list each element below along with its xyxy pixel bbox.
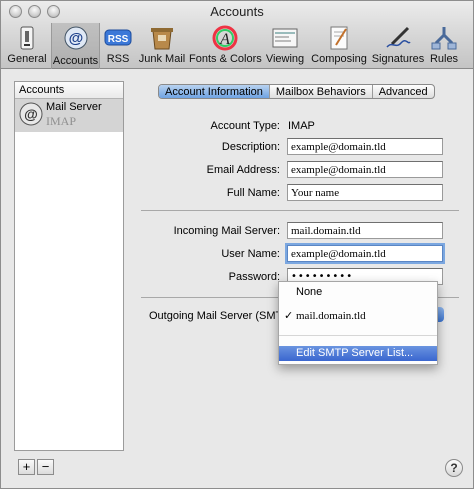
smtp-server-menu: None ✓ mail.domain.tld Edit SMTP Server … — [278, 281, 438, 365]
account-row[interactable]: @ Mail Server IMAP — [15, 99, 123, 132]
fonts-colors-icon: A — [211, 25, 239, 51]
toolbar-label: Composing — [311, 53, 367, 65]
description-field[interactable]: example@domain.tld — [287, 138, 443, 155]
rss-icon: RSS — [104, 25, 132, 51]
toolbar-label: Rules — [429, 53, 459, 65]
toolbar-signatures[interactable]: Signatures — [370, 25, 426, 67]
toolbar-label: Junk Mail — [138, 53, 186, 65]
edit-smtp-server-list-item[interactable]: Edit SMTP Server List... — [279, 346, 437, 361]
section-divider — [141, 210, 459, 211]
add-account-button[interactable]: + — [18, 459, 35, 475]
svg-text:@: @ — [68, 30, 83, 47]
incoming-server-field[interactable]: mail.domain.tld — [287, 222, 443, 239]
mail-account-icon: @ — [19, 102, 43, 126]
composing-icon — [325, 25, 353, 51]
toolbar-general[interactable]: General — [5, 25, 49, 67]
viewing-icon — [271, 25, 299, 51]
account-name: Mail Server — [46, 101, 102, 113]
menu-separator — [279, 335, 437, 336]
password-label: Password: — [228, 271, 280, 283]
tab-bar: Account Information Mailbox Behaviors Ad… — [158, 84, 435, 99]
signatures-icon — [384, 25, 412, 51]
junk-mail-icon — [148, 25, 176, 51]
outgoing-server-popup[interactable] — [438, 307, 444, 322]
toolbar-viewing[interactable]: Viewing — [263, 25, 307, 67]
account-type-label: Account Type: — [210, 120, 280, 132]
help-button[interactable]: ? — [445, 459, 463, 477]
rules-icon — [430, 25, 458, 51]
preferences-window: Accounts General @ Accounts RSS RSS Junk… — [0, 0, 474, 489]
svg-text:A: A — [219, 31, 230, 48]
accounts-list-header: Accounts — [15, 82, 123, 99]
toolbar-label: Accounts — [52, 55, 99, 67]
outgoing-server-label: Outgoing Mail Server (SMTP): — [149, 310, 297, 322]
account-type-value: IMAP — [288, 120, 315, 132]
toolbar-fonts-colors[interactable]: A Fonts & Colors — [189, 25, 262, 67]
switch-icon — [13, 25, 41, 51]
toolbar-label: Signatures — [371, 53, 425, 65]
toolbar-label: Viewing — [265, 53, 305, 65]
toolbar-label: Fonts & Colors — [189, 53, 262, 65]
tab-mailbox-behaviors[interactable]: Mailbox Behaviors — [270, 85, 373, 98]
menu-item-label: mail.domain.tld — [296, 310, 366, 322]
remove-account-button[interactable]: − — [37, 459, 54, 475]
user-name-label: User Name: — [221, 248, 280, 260]
toolbar-rules[interactable]: Rules — [427, 25, 461, 67]
tab-advanced[interactable]: Advanced — [373, 85, 434, 98]
toolbar-rss[interactable]: RSS RSS — [101, 25, 135, 67]
toolbar-label: General — [7, 53, 47, 65]
menu-item-none[interactable]: None — [279, 285, 437, 300]
checkmark-icon: ✓ — [284, 310, 294, 322]
title-toolbar: Accounts General @ Accounts RSS RSS Junk… — [1, 1, 473, 69]
description-label: Description: — [221, 141, 280, 153]
at-icon: @ — [62, 25, 90, 51]
toolbar-accounts[interactable]: @ Accounts — [51, 23, 100, 69]
incoming-server-label: Incoming Mail Server: — [173, 225, 280, 237]
toolbar-composing[interactable]: Composing — [309, 25, 369, 67]
window-title: Accounts — [210, 4, 264, 19]
toolbar-label: RSS — [106, 53, 130, 65]
full-name-label: Full Name: — [226, 187, 280, 199]
account-type: IMAP — [46, 114, 77, 128]
menu-item-smtp-server[interactable]: ✓ mail.domain.tld — [279, 309, 437, 324]
svg-text:@: @ — [24, 106, 38, 122]
accounts-list[interactable]: Accounts @ Mail Server IMAP — [14, 81, 124, 451]
tab-account-information[interactable]: Account Information — [159, 85, 270, 98]
email-address-field[interactable]: example@domain.tld — [287, 161, 443, 178]
full-name-field[interactable]: Your name — [287, 184, 443, 201]
toolbar-junk-mail[interactable]: Junk Mail — [136, 25, 188, 67]
user-name-field[interactable]: example@domain.tld — [287, 245, 443, 262]
email-address-label: Email Address: — [206, 164, 280, 176]
svg-text:RSS: RSS — [108, 34, 129, 45]
